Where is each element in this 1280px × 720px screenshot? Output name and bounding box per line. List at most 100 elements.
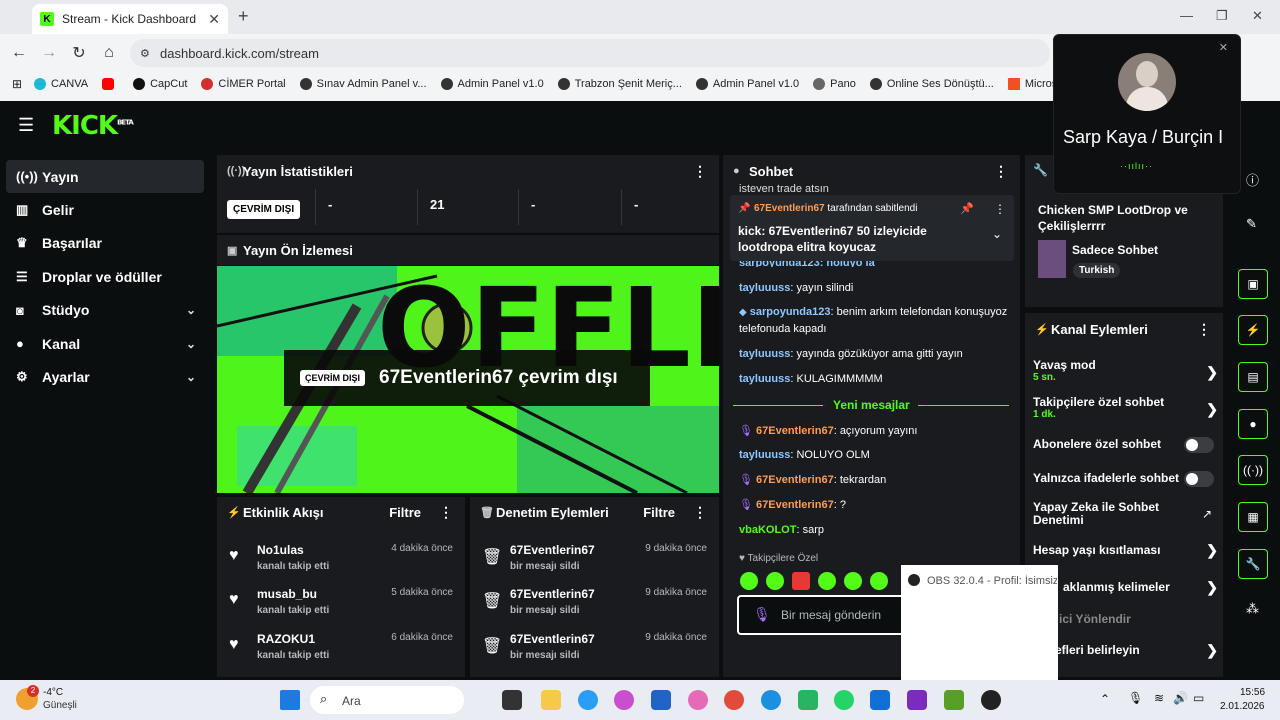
home-icon[interactable]: ⌂ <box>94 44 124 62</box>
back-icon[interactable]: ← <box>4 44 34 62</box>
chevron-down-icon[interactable]: ⌄ <box>992 227 1002 241</box>
chat-message: 🎙 67Eventlerin67: açıyorum yayını <box>739 425 918 437</box>
rail-actions-button[interactable]: ⚡ <box>1238 315 1268 345</box>
close-tab-icon[interactable]: ✕ <box>208 11 220 28</box>
rail-notes-button[interactable]: ▤ <box>1238 362 1268 392</box>
bookmark-canva[interactable]: CANVA <box>34 78 88 90</box>
bookmark-pano[interactable]: Pano <box>813 78 856 90</box>
chat-message: tayluuuss: KULAGIMMMMM <box>739 373 883 385</box>
outlook-icon[interactable] <box>870 690 890 710</box>
sidebar-item-droplar[interactable]: ☰ Droplar ve ödüller <box>0 260 210 293</box>
bookmark-capcut[interactable]: CapCut <box>133 78 187 90</box>
emote-icon[interactable] <box>844 572 862 590</box>
subscribers-only-toggle[interactable] <box>1184 437 1214 453</box>
sidebar-item-basarilar[interactable]: ♛ Başarılar <box>0 227 210 260</box>
sidebar-item-gelir[interactable]: ▥ Gelir <box>0 193 210 226</box>
minecraft-icon[interactable] <box>944 690 964 710</box>
file-explorer-icon[interactable] <box>541 690 561 710</box>
action-subscribers-only[interactable]: Abonelere özel sohbet <box>1033 437 1218 453</box>
edit-icon[interactable]: ✎ <box>1246 216 1257 232</box>
pinned-message[interactable]: 📌 67Eventlerin67 tarafından sabitlendi 📌… <box>730 195 1014 261</box>
bookmark-sinav-admin[interactable]: Sınav Admin Panel v... <box>299 78 427 90</box>
copilot-icon[interactable] <box>688 690 708 710</box>
action-set-targets[interactable]: efleri belirleyin ❯ <box>1033 642 1218 658</box>
action-followers-only[interactable]: Takipçilere özel sohbet 1 dk. ❯ <box>1033 395 1218 420</box>
action-ai-moderation[interactable]: Yapay Zeka ile Sohbet Denetimi <box>1033 501 1193 527</box>
more-options-icon[interactable]: ⋮ <box>693 504 707 521</box>
emote-icon[interactable] <box>740 572 758 590</box>
app-icon[interactable] <box>798 690 818 710</box>
emote-icon[interactable] <box>818 572 836 590</box>
tab-title: Stream - Kick Dashboard <box>62 12 197 26</box>
forward-icon[interactable]: → <box>34 44 64 62</box>
emote-icon[interactable] <box>792 572 810 590</box>
chevron-up-icon[interactable]: ⌃ <box>1100 692 1110 706</box>
rail-tools-button[interactable]: 🔧 <box>1238 549 1268 579</box>
bookmark-trabzon[interactable]: Trabzon Şenit Meriç... <box>557 78 682 90</box>
external-link-icon[interactable]: ↗ <box>1202 507 1212 521</box>
clapper-icon[interactable] <box>907 690 927 710</box>
action-emotes-only[interactable]: Yalnızca ifadelerle sohbet <box>1033 471 1218 487</box>
action-banned-words[interactable]: aklanmış kelimeler ❯ <box>1033 579 1218 595</box>
kick-logo[interactable]: KICKBETA <box>52 111 134 141</box>
action-account-age[interactable]: Hesap yaşı kısıtlaması ❯ <box>1033 542 1218 558</box>
obs-preview-popup[interactable]: OBS 32.0.4 - Profil: İsimsiz <box>901 565 1058 680</box>
obs-icon[interactable] <box>981 690 1001 710</box>
battery-icon[interactable]: ▭ <box>1193 691 1204 705</box>
sidebar-item-studyo[interactable]: ◙ Stüdyo ⌄ <box>0 294 210 327</box>
store-icon[interactable] <box>651 690 671 710</box>
info-icon[interactable]: ⓘ <box>1246 170 1259 189</box>
url-bar[interactable]: ⚙ dashboard.kick.com/stream <box>130 39 1050 67</box>
emote-icon[interactable] <box>766 572 784 590</box>
reload-icon[interactable]: ↻ <box>64 43 94 63</box>
app-icon[interactable] <box>614 690 634 710</box>
chat-message: vbaKOLOT: sarp <box>739 524 824 536</box>
action-slow-mode[interactable]: Yavaş mod 5 sn. ❯ <box>1033 358 1218 383</box>
more-options-icon[interactable]: ⋮ <box>693 163 707 180</box>
heart-icon: ♥ <box>229 591 239 608</box>
unpin-icon[interactable]: 📌 <box>960 202 974 215</box>
taskbar-search[interactable]: ⌕ Ara <box>310 686 464 714</box>
bookmark-online-ses[interactable]: Online Ses Dönüştü... <box>869 78 994 90</box>
close-window-icon[interactable]: ✕ <box>1252 8 1263 24</box>
sidebar-item-ayarlar[interactable]: ⚙ Ayarlar ⌄ <box>0 360 210 393</box>
menu-icon[interactable]: ☰ <box>18 115 34 136</box>
moderation-filter-button[interactable]: Filtre <box>643 505 675 520</box>
stream-preview[interactable]: OFFLINE ÇEVRİM DIŞI 67Eventlerin67 çevri… <box>217 266 719 493</box>
bookmark-admin-panel-2[interactable]: Admin Panel v1.0 <box>695 78 799 90</box>
new-tab-icon[interactable]: + <box>238 6 249 27</box>
more-options-icon[interactable]: ⋮ <box>439 504 453 521</box>
wifi-icon[interactable]: ≋ <box>1154 691 1164 705</box>
apps-grid-icon[interactable]: ⊞ <box>0 77 34 91</box>
emotes-only-toggle[interactable] <box>1184 471 1214 487</box>
sidebar-item-yayin[interactable]: ((•)) Yayın <box>6 160 204 194</box>
bookmark-cimer[interactable]: CİMER Portal <box>201 78 286 90</box>
rail-preview-button[interactable]: ▣ <box>1238 269 1268 299</box>
volume-icon[interactable]: 🔊 <box>1173 691 1188 705</box>
category-name[interactable]: Sadece Sohbet <box>1072 243 1158 257</box>
rail-broadcast-button[interactable]: ((·)) <box>1238 455 1268 485</box>
more-options-icon[interactable]: ⋮ <box>1197 321 1211 338</box>
emote-icon[interactable] <box>870 572 888 590</box>
mic-icon[interactable]: 🎙 <box>1128 691 1143 705</box>
browser-tab[interactable]: K Stream - Kick Dashboard ✕ <box>32 4 228 34</box>
more-widgets-icon[interactable]: ⁂ <box>1246 601 1259 617</box>
rail-layout-button[interactable]: ▦ <box>1238 502 1268 532</box>
activity-filter-button[interactable]: Filtre <box>389 505 421 520</box>
bookmark-admin-panel[interactable]: Admin Panel v1.0 <box>440 78 544 90</box>
more-options-icon[interactable]: ⋮ <box>994 202 1006 216</box>
app-icon[interactable] <box>578 690 598 710</box>
site-info-icon[interactable]: ⚙ <box>140 47 150 60</box>
edge-icon[interactable] <box>761 690 781 710</box>
sidebar-item-kanal[interactable]: ● Kanal ⌄ <box>0 327 210 360</box>
close-icon[interactable]: ✕ <box>1219 41 1228 54</box>
minimize-icon[interactable]: — <box>1180 8 1193 23</box>
chrome-icon[interactable] <box>724 690 744 710</box>
bookmark-youtube[interactable] <box>102 78 119 90</box>
more-options-icon[interactable]: ⋮ <box>994 163 1008 180</box>
rail-chat-button[interactable]: ● <box>1238 409 1268 439</box>
task-view-icon[interactable] <box>502 690 522 710</box>
whatsapp-icon[interactable] <box>834 690 854 710</box>
windows-start-icon[interactable] <box>280 690 300 710</box>
maximize-icon[interactable]: ❐ <box>1216 8 1228 24</box>
